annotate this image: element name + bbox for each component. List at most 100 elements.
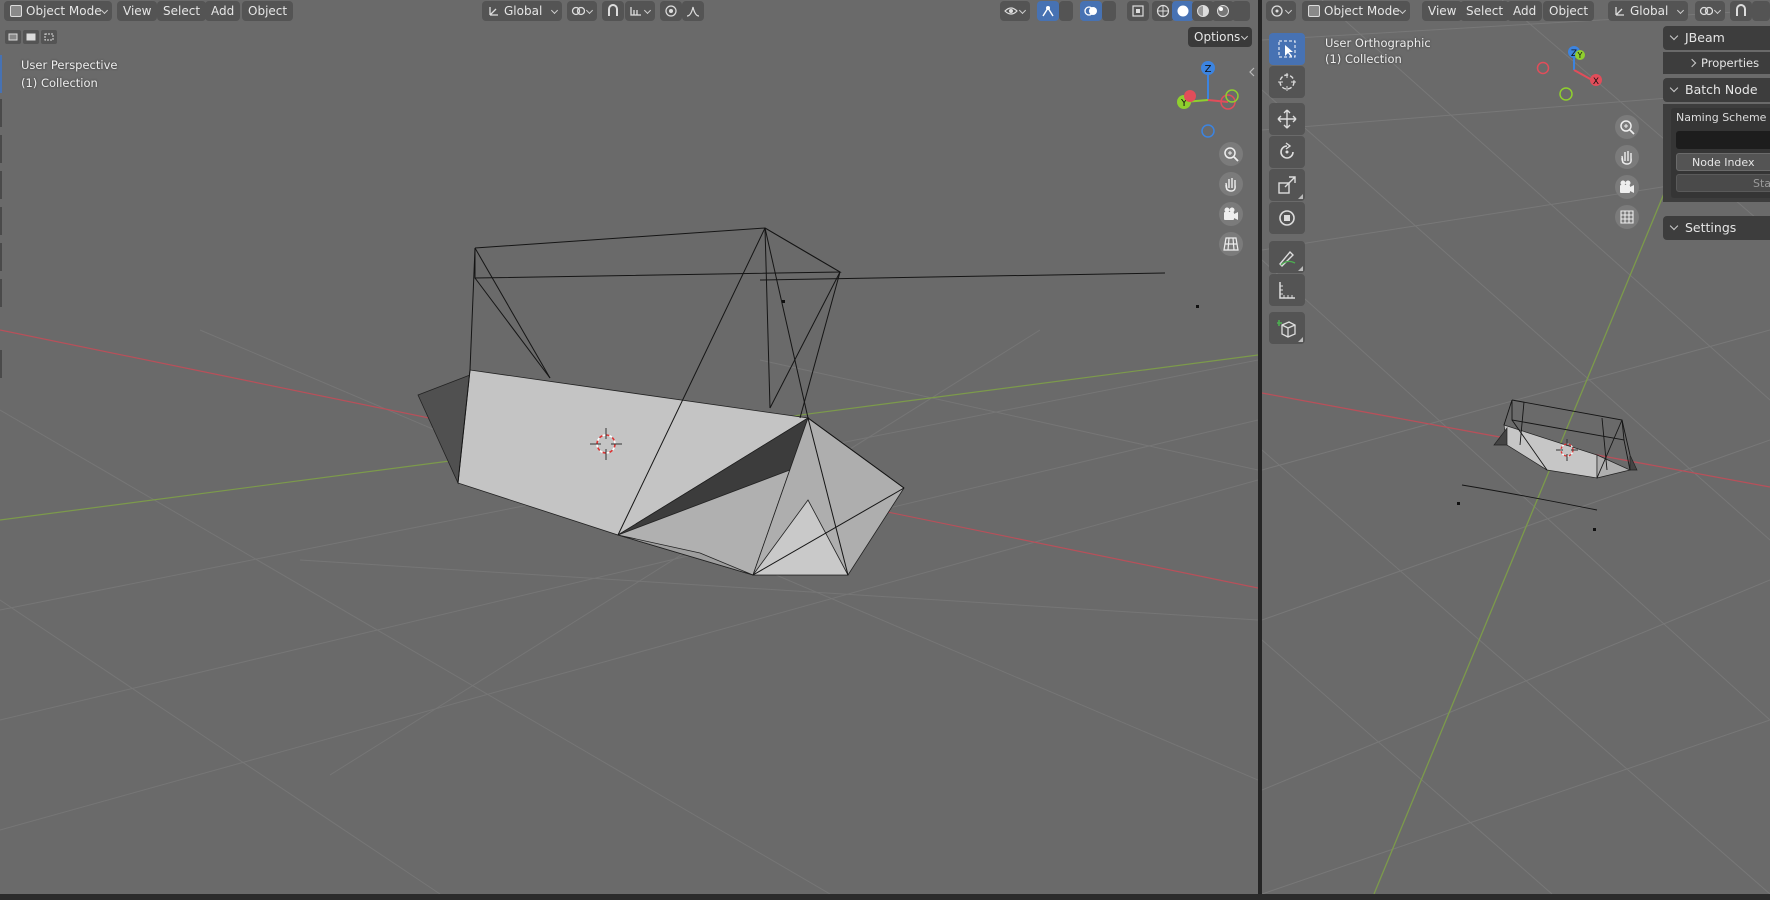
navigation-gizmo-right[interactable]: Z Y X (1532, 40, 1612, 110)
overlay-toggle[interactable] (1080, 1, 1102, 21)
pivot-point-dropdown-right[interactable] (1695, 1, 1725, 21)
visibility-dropdown[interactable] (1000, 1, 1030, 21)
scale-tool[interactable] (1269, 169, 1305, 201)
object-mode-icon (10, 5, 22, 17)
perspective-toggle[interactable] (1219, 232, 1243, 256)
select-mode-icons (4, 28, 60, 46)
pivot-icon (1699, 6, 1713, 16)
object-menu-right[interactable]: Object (1543, 1, 1595, 21)
transform-tool[interactable] (1269, 202, 1305, 234)
shading-wire-icon (1156, 4, 1170, 18)
gizmo-y-label-right: Y (1577, 51, 1583, 60)
collection-label: (1) Collection (21, 76, 98, 90)
measure-tool[interactable] (1269, 274, 1305, 306)
snap-target-right[interactable] (1752, 1, 1770, 21)
settings-title: Settings (1685, 220, 1737, 235)
naming-scheme-label: Naming Scheme (1676, 111, 1767, 124)
jbeam-title: JBeam (1685, 30, 1725, 45)
select-box-tool[interactable] (1269, 33, 1305, 65)
snap-target-dropdown[interactable] (625, 1, 655, 21)
mode-dropdown-right[interactable]: Object Mode (1302, 1, 1410, 21)
left-viewport-header: Object Mode View Select Add Object Globa… (0, 0, 1258, 22)
select-box-icon (1278, 40, 1296, 58)
properties-label: Properties (1701, 56, 1760, 70)
shading-wireframe[interactable] (1152, 1, 1174, 21)
orientation-icon (488, 3, 500, 16)
add-menu-right[interactable]: Add (1507, 1, 1543, 21)
snap-toggle-right[interactable] (1730, 1, 1752, 21)
gizmo-icon (1042, 6, 1054, 17)
object-menu[interactable]: Object (242, 1, 294, 21)
rotate-tool[interactable] (1269, 136, 1305, 168)
move-tool[interactable] (1269, 103, 1305, 135)
shading-material[interactable] (1192, 1, 1214, 21)
transform-orientation-dropdown[interactable]: Global (482, 1, 562, 21)
add-menu[interactable]: Add (205, 1, 241, 21)
pan-hand-icon (1225, 178, 1236, 192)
start-button[interactable]: Start (1676, 174, 1770, 192)
navigation-gizmo[interactable]: Z Y (1160, 56, 1250, 146)
properties-subpanel[interactable]: Properties (1663, 52, 1770, 74)
measure-icon (1279, 282, 1295, 299)
xray-toggle[interactable] (1127, 1, 1149, 21)
select-menu[interactable]: Select (157, 1, 207, 21)
transform-icon (1279, 210, 1295, 226)
snap-icon (608, 4, 618, 16)
settings-panel-header[interactable]: Settings (1663, 216, 1770, 240)
camera-view-control-right[interactable] (1615, 175, 1639, 199)
object-mode-icon (1308, 5, 1320, 17)
shading-dropdown[interactable] (1232, 1, 1250, 21)
pan-control-right[interactable] (1615, 145, 1639, 169)
select-menu-right[interactable]: Select (1460, 1, 1510, 21)
xray-icon (1132, 5, 1144, 17)
gizmo-x-label-right: X (1593, 77, 1599, 87)
overlay-icon (1084, 6, 1097, 16)
naming-scheme-input[interactable] (1676, 131, 1770, 149)
zoom-control-right[interactable] (1615, 115, 1639, 139)
collection-label-right: (1) Collection (1325, 52, 1402, 66)
jbeam-panel-header[interactable]: JBeam (1663, 26, 1770, 50)
view-menu[interactable]: View (117, 1, 158, 21)
proportional-icon (665, 5, 677, 17)
overlay-dropdown[interactable] (1102, 1, 1116, 21)
move-icon (1277, 109, 1297, 129)
view-name-label: User Perspective (21, 58, 118, 72)
view-name-label-right: User Orthographic (1325, 36, 1431, 50)
left-3d-viewport[interactable]: Object Mode View Select Add Object Globa… (0, 0, 1258, 894)
zoom-icon (1620, 120, 1635, 135)
gizmo-toggle[interactable] (1037, 1, 1059, 21)
add-cube-tool[interactable] (1269, 312, 1305, 344)
status-bar-edge (0, 894, 1770, 900)
editor-type-icon (1271, 5, 1283, 17)
sidebar-toggle-arrow[interactable] (1248, 66, 1256, 78)
camera-icon (1224, 207, 1238, 220)
zoom-control[interactable] (1219, 142, 1243, 166)
cursor-icon (1278, 73, 1296, 91)
cursor-tool[interactable] (1269, 66, 1305, 98)
pivot-point-dropdown[interactable] (567, 1, 597, 21)
transform-orientation-right[interactable]: Global (1608, 1, 1688, 21)
options-dropdown[interactable]: Options (1188, 27, 1252, 47)
grid-icon (1223, 237, 1239, 251)
shading-rendered[interactable] (1212, 1, 1234, 21)
view-menu-right[interactable]: View (1422, 1, 1463, 21)
pan-control[interactable] (1219, 172, 1243, 196)
annotate-tool[interactable] (1269, 241, 1305, 273)
left-viewport-scene (0, 227, 1258, 894)
orientation-icon (1614, 3, 1626, 16)
gizmo-dropdown[interactable] (1059, 1, 1073, 21)
perspective-toggle-right[interactable] (1615, 205, 1639, 229)
node-index-button[interactable]: Node Index (1676, 153, 1770, 171)
proportional-falloff[interactable] (682, 1, 704, 21)
y-axis-line (1373, 149, 1683, 894)
mode-dropdown[interactable]: Object Mode (4, 1, 112, 21)
proportional-edit-toggle[interactable] (660, 1, 682, 21)
camera-view-control[interactable] (1219, 202, 1243, 226)
shading-solid[interactable] (1172, 1, 1194, 21)
falloff-curve-icon (686, 6, 700, 17)
batch-node-panel-header[interactable]: Batch Node Re (1663, 78, 1770, 121)
snap-toggle[interactable] (602, 1, 624, 21)
camera-icon (1620, 180, 1634, 193)
editor-type-dropdown[interactable] (1266, 1, 1296, 21)
rotate-icon (1280, 142, 1294, 159)
